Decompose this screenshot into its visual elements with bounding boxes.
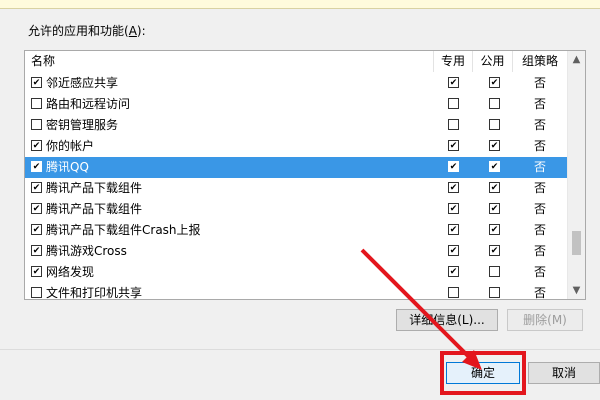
enable-checkbox[interactable] (31, 98, 42, 109)
table-row[interactable]: 密钥管理服务 否 (25, 115, 567, 136)
public-checkbox[interactable] (489, 98, 500, 109)
private-checkbox[interactable] (448, 119, 459, 130)
private-checkbox[interactable] (448, 266, 459, 277)
table-row[interactable]: 网络发现 否 (25, 262, 567, 283)
annotation-highlight-box (440, 351, 526, 395)
group-policy-value: 否 (533, 118, 546, 132)
table-row[interactable]: 腾讯产品下载组件 否 (25, 199, 567, 220)
private-checkbox[interactable] (448, 224, 459, 235)
public-checkbox[interactable] (489, 245, 500, 256)
group-policy-value: 否 (533, 244, 546, 258)
group-policy-value: 否 (533, 160, 546, 174)
app-name: 腾讯产品下载组件 (46, 202, 143, 216)
table-row[interactable]: 腾讯产品下载组件 否 (25, 178, 567, 199)
table-row[interactable]: 你的帐户 否 (25, 136, 567, 157)
scrollbar-thumb[interactable] (572, 231, 581, 255)
app-name: 文件和打印机共享 (46, 286, 143, 300)
app-name: 腾讯QQ (46, 160, 89, 174)
group-policy-value: 否 (533, 223, 546, 237)
table-row[interactable]: 文件和打印机共享 否 (25, 283, 567, 300)
public-checkbox[interactable] (489, 119, 500, 130)
private-checkbox[interactable] (448, 77, 459, 88)
private-checkbox[interactable] (448, 287, 459, 298)
group-policy-value: 否 (533, 76, 546, 90)
column-header-name[interactable]: 名称 (25, 51, 434, 72)
private-checkbox[interactable] (448, 98, 459, 109)
enable-checkbox[interactable] (31, 203, 42, 214)
app-name: 网络发现 (46, 265, 95, 279)
allowed-apps-table[interactable]: 名称 专用 公用 组策略 邻近感应共享否路由和远程访问否密钥管理服务否你的帐户否… (24, 50, 586, 300)
enable-checkbox[interactable] (31, 182, 42, 193)
enable-checkbox[interactable] (31, 245, 42, 256)
public-checkbox[interactable] (489, 266, 500, 277)
group-policy-value: 否 (533, 139, 546, 153)
group-policy-value: 否 (533, 265, 546, 279)
app-name: 密钥管理服务 (46, 118, 119, 132)
enable-checkbox[interactable] (31, 266, 42, 277)
cancel-button[interactable]: 取消 (528, 362, 600, 384)
group-policy-value: 否 (533, 286, 546, 300)
table-header: 名称 专用 公用 组策略 (25, 51, 567, 72)
private-checkbox[interactable] (448, 140, 459, 151)
info-banner (0, 0, 600, 9)
public-checkbox[interactable] (489, 287, 500, 298)
group-policy-value: 否 (533, 181, 546, 195)
details-button[interactable]: 详细信息(L)... (396, 309, 498, 331)
enable-checkbox[interactable] (31, 161, 42, 172)
vertical-scrollbar[interactable]: ▲ ▼ (567, 51, 585, 299)
table-row[interactable]: 路由和远程访问 否 (25, 94, 567, 115)
public-checkbox[interactable] (489, 77, 500, 88)
column-header-group-policy[interactable]: 组策略 (513, 51, 567, 72)
private-checkbox[interactable] (448, 161, 459, 172)
enable-checkbox[interactable] (31, 140, 42, 151)
private-checkbox[interactable] (448, 182, 459, 193)
app-name: 你的帐户 (46, 139, 95, 153)
allowed-apps-label: 允许的应用和功能(A): (28, 24, 146, 38)
group-policy-value: 否 (533, 97, 546, 111)
enable-checkbox[interactable] (31, 224, 42, 235)
table-row[interactable]: 腾讯QQ 否 (25, 157, 567, 178)
enable-checkbox[interactable] (31, 77, 42, 88)
public-checkbox[interactable] (489, 140, 500, 151)
column-header-public[interactable]: 公用 (473, 51, 513, 72)
public-checkbox[interactable] (489, 224, 500, 235)
app-name: 路由和远程访问 (46, 97, 131, 111)
column-header-private[interactable]: 专用 (434, 51, 473, 72)
table-row[interactable]: 邻近感应共享 否 (25, 73, 567, 94)
table-row[interactable]: 腾讯游戏Cross 否 (25, 241, 567, 262)
app-name: 腾讯游戏Cross (46, 244, 127, 258)
public-checkbox[interactable] (489, 203, 500, 214)
public-checkbox[interactable] (489, 182, 500, 193)
app-name: 邻近感应共享 (46, 76, 119, 90)
table-row[interactable]: 腾讯产品下载组件Crash上报 否 (25, 220, 567, 241)
public-checkbox[interactable] (489, 161, 500, 172)
private-checkbox[interactable] (448, 245, 459, 256)
app-name: 腾讯产品下载组件Crash上报 (46, 223, 201, 237)
delete-button[interactable]: 删除(M) (507, 309, 583, 331)
chevron-down-icon[interactable]: ▼ (568, 282, 585, 299)
enable-checkbox[interactable] (31, 287, 42, 298)
private-checkbox[interactable] (448, 203, 459, 214)
group-policy-value: 否 (533, 202, 546, 216)
enable-checkbox[interactable] (31, 119, 42, 130)
app-name: 腾讯产品下载组件 (46, 181, 143, 195)
chevron-up-icon[interactable]: ▲ (568, 51, 585, 68)
